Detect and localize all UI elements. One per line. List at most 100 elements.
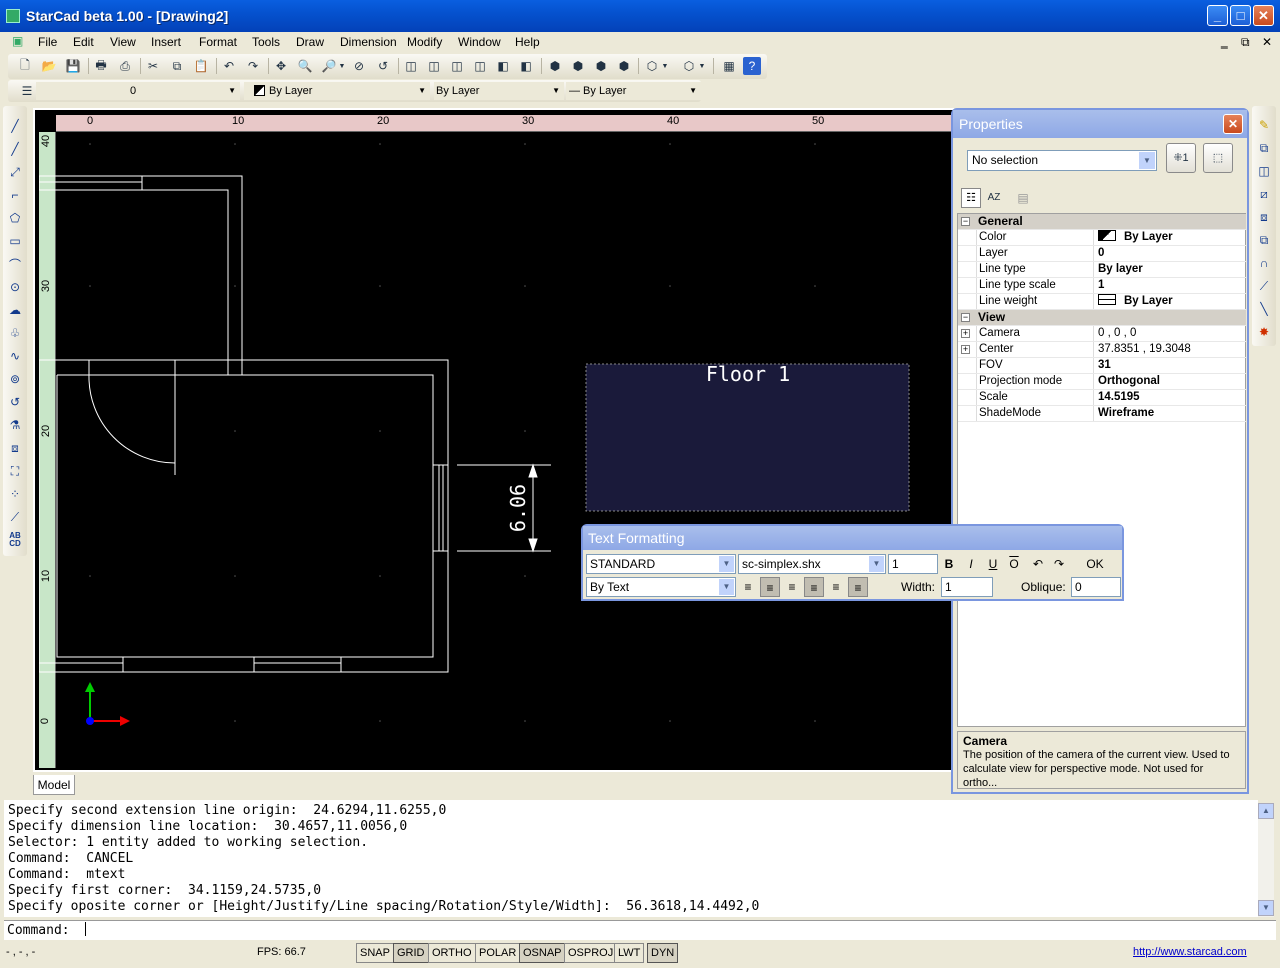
extend-icon[interactable]: ╲ [1255,300,1273,318]
ellipse-arc-icon[interactable]: ↺ [6,393,24,411]
prop-color[interactable]: Color By Layer [958,230,1246,246]
align-left-icon[interactable]: ≡ [738,577,758,597]
view-dropdown-icon[interactable]: ▼ [698,57,706,75]
menu-edit[interactable]: Edit [73,35,94,49]
offset-icon[interactable]: ⧄ [1255,185,1273,203]
iso-nw-icon[interactable]: ⬢ [615,57,633,75]
align-middle-icon[interactable]: ≡ [826,577,846,597]
menu-help[interactable]: Help [515,35,540,49]
cut-icon[interactable]: ✂ [144,57,162,75]
lwt-toggle[interactable]: LWT [614,943,645,963]
width-input[interactable]: 1 [941,577,993,597]
collapse-icon[interactable]: − [961,313,970,322]
grid-toggle[interactable]: GRID [393,943,429,963]
prop-shademode[interactable]: ShadeMode Wireframe [958,406,1246,422]
text-height-input[interactable]: 1 [888,554,938,574]
menu-modify[interactable]: Modify [407,35,442,49]
scroll-up-icon[interactable]: ▲ [1258,803,1274,819]
move-icon[interactable]: ⧉ [1255,231,1273,249]
copy-object-icon[interactable]: ⧉ [1255,139,1273,157]
rotate-icon[interactable]: ∩ [1255,254,1273,272]
dyn-toggle[interactable]: DYN [647,943,679,963]
calculator-icon[interactable]: ▦ [720,57,738,75]
undo-icon[interactable]: ↶ [220,57,238,75]
explode-icon[interactable]: ✸ [1255,323,1273,341]
paste-icon[interactable]: 📋 [192,57,210,75]
zoom-dropdown-icon[interactable]: ▼ [338,57,346,75]
spline-icon[interactable]: ∿ [6,347,24,365]
iso-ne-icon[interactable]: ⬢ [592,57,610,75]
mirror-icon[interactable]: ◫ [1255,162,1273,180]
insert-block-icon[interactable]: ⚗ [6,416,24,434]
menu-tools[interactable]: Tools [252,35,280,49]
osnap-toggle[interactable]: OSNAP [519,943,566,963]
layer-combo[interactable]: 0 ▼ [36,82,240,100]
align-center-icon[interactable]: ≡ [760,577,780,597]
open-icon[interactable]: 📂 [40,57,58,75]
expand-icon[interactable]: + [961,345,970,354]
copy-icon[interactable]: ⧉ [168,57,186,75]
oblique-input[interactable]: 0 [1071,577,1121,597]
redo-icon[interactable]: ↷ [1049,554,1069,574]
prop-projection-mode[interactable]: Projection mode Orthogonal [958,374,1246,390]
new-icon[interactable]: 🗋 [16,57,34,75]
mtext-box[interactable] [585,363,910,512]
property-pages-icon[interactable]: ▤ [1013,188,1033,208]
view-cube-icon[interactable]: ⬡ [680,57,698,75]
menu-file[interactable]: File [38,35,57,49]
prop-layer[interactable]: Layer 0 [958,246,1246,262]
iso-se-icon[interactable]: ⬢ [569,57,587,75]
dimension[interactable] [457,463,551,553]
align-bottom-icon[interactable]: ≡ [848,577,868,597]
menu-insert[interactable]: Insert [151,35,181,49]
print-icon[interactable]: 🖶 [92,57,110,75]
trim-icon[interactable]: ⟋ [1255,277,1273,295]
lineweight-combo[interactable]: — By Layer ▼ [566,82,701,100]
view-left-icon[interactable]: ◫ [448,57,466,75]
mdi-restore-button[interactable]: ⧉ [1241,35,1250,50]
polar-toggle[interactable]: POLAR [475,943,521,963]
underline-button[interactable]: U [983,554,1003,574]
prop-scale[interactable]: Scale 14.5195 [958,390,1246,406]
color-combo[interactable]: By Layer ▼ [244,82,430,100]
command-line[interactable]: Command: [4,920,1276,940]
prop-linetype-scale[interactable]: Line type scale 1 [958,278,1246,294]
redo-icon[interactable]: ↷ [244,57,262,75]
view-front-icon[interactable]: ◧ [494,57,512,75]
overline-button[interactable]: O [1004,554,1024,574]
category-general[interactable]: − General [958,214,1246,230]
select-objects-icon[interactable]: ⬚ [1203,143,1233,173]
italic-button[interactable]: I [961,554,981,574]
revcloud-icon[interactable]: ☁ [6,301,24,319]
cloud-icon[interactable]: ♧ [6,324,24,342]
align-top-icon[interactable]: ≡ [804,577,824,597]
erase-icon[interactable]: ✎ [1255,116,1273,134]
minimize-button[interactable]: _ [1207,5,1228,26]
website-link[interactable]: http://www.starcad.com [1133,946,1247,958]
orbit-icon[interactable]: ↺ [374,57,392,75]
prop-lineweight[interactable]: Line weight By Layer [958,294,1246,310]
floor-plan[interactable] [39,175,449,673]
drawing-canvas[interactable]: 6.06 Floor 1 [39,132,952,768]
polyline-icon[interactable]: ⌐ [6,186,24,204]
layer-manager-icon[interactable]: ☰ [18,82,36,100]
toggle-pickadd-icon[interactable]: ⁜1 [1166,143,1196,173]
properties-close-button[interactable]: ✕ [1223,114,1243,134]
view-right-icon[interactable]: ◫ [471,57,489,75]
array-icon[interactable]: ⧈ [1255,208,1273,226]
bold-button[interactable]: B [939,554,959,574]
shade-dropdown-icon[interactable]: ▼ [661,57,669,75]
prop-linetype[interactable]: Line type By layer [958,262,1246,278]
hatch-icon[interactable]: ⟋ [6,508,24,526]
prop-center[interactable]: + Center 37.8351 , 19.3048 [958,342,1246,358]
snap-toggle[interactable]: SNAP [356,943,394,963]
close-button[interactable]: ✕ [1253,5,1274,26]
prop-camera[interactable]: + Camera 0 , 0 , 0 [958,326,1246,342]
save-icon[interactable]: 💾 [64,57,82,75]
collapse-icon[interactable]: − [961,217,970,226]
menu-draw[interactable]: Draw [296,35,324,49]
ortho-toggle[interactable]: ORTHO [428,943,476,963]
zoom-previous-icon[interactable]: ⊘ [350,57,368,75]
menu-view[interactable]: View [110,35,136,49]
maximize-button[interactable]: □ [1230,5,1251,26]
